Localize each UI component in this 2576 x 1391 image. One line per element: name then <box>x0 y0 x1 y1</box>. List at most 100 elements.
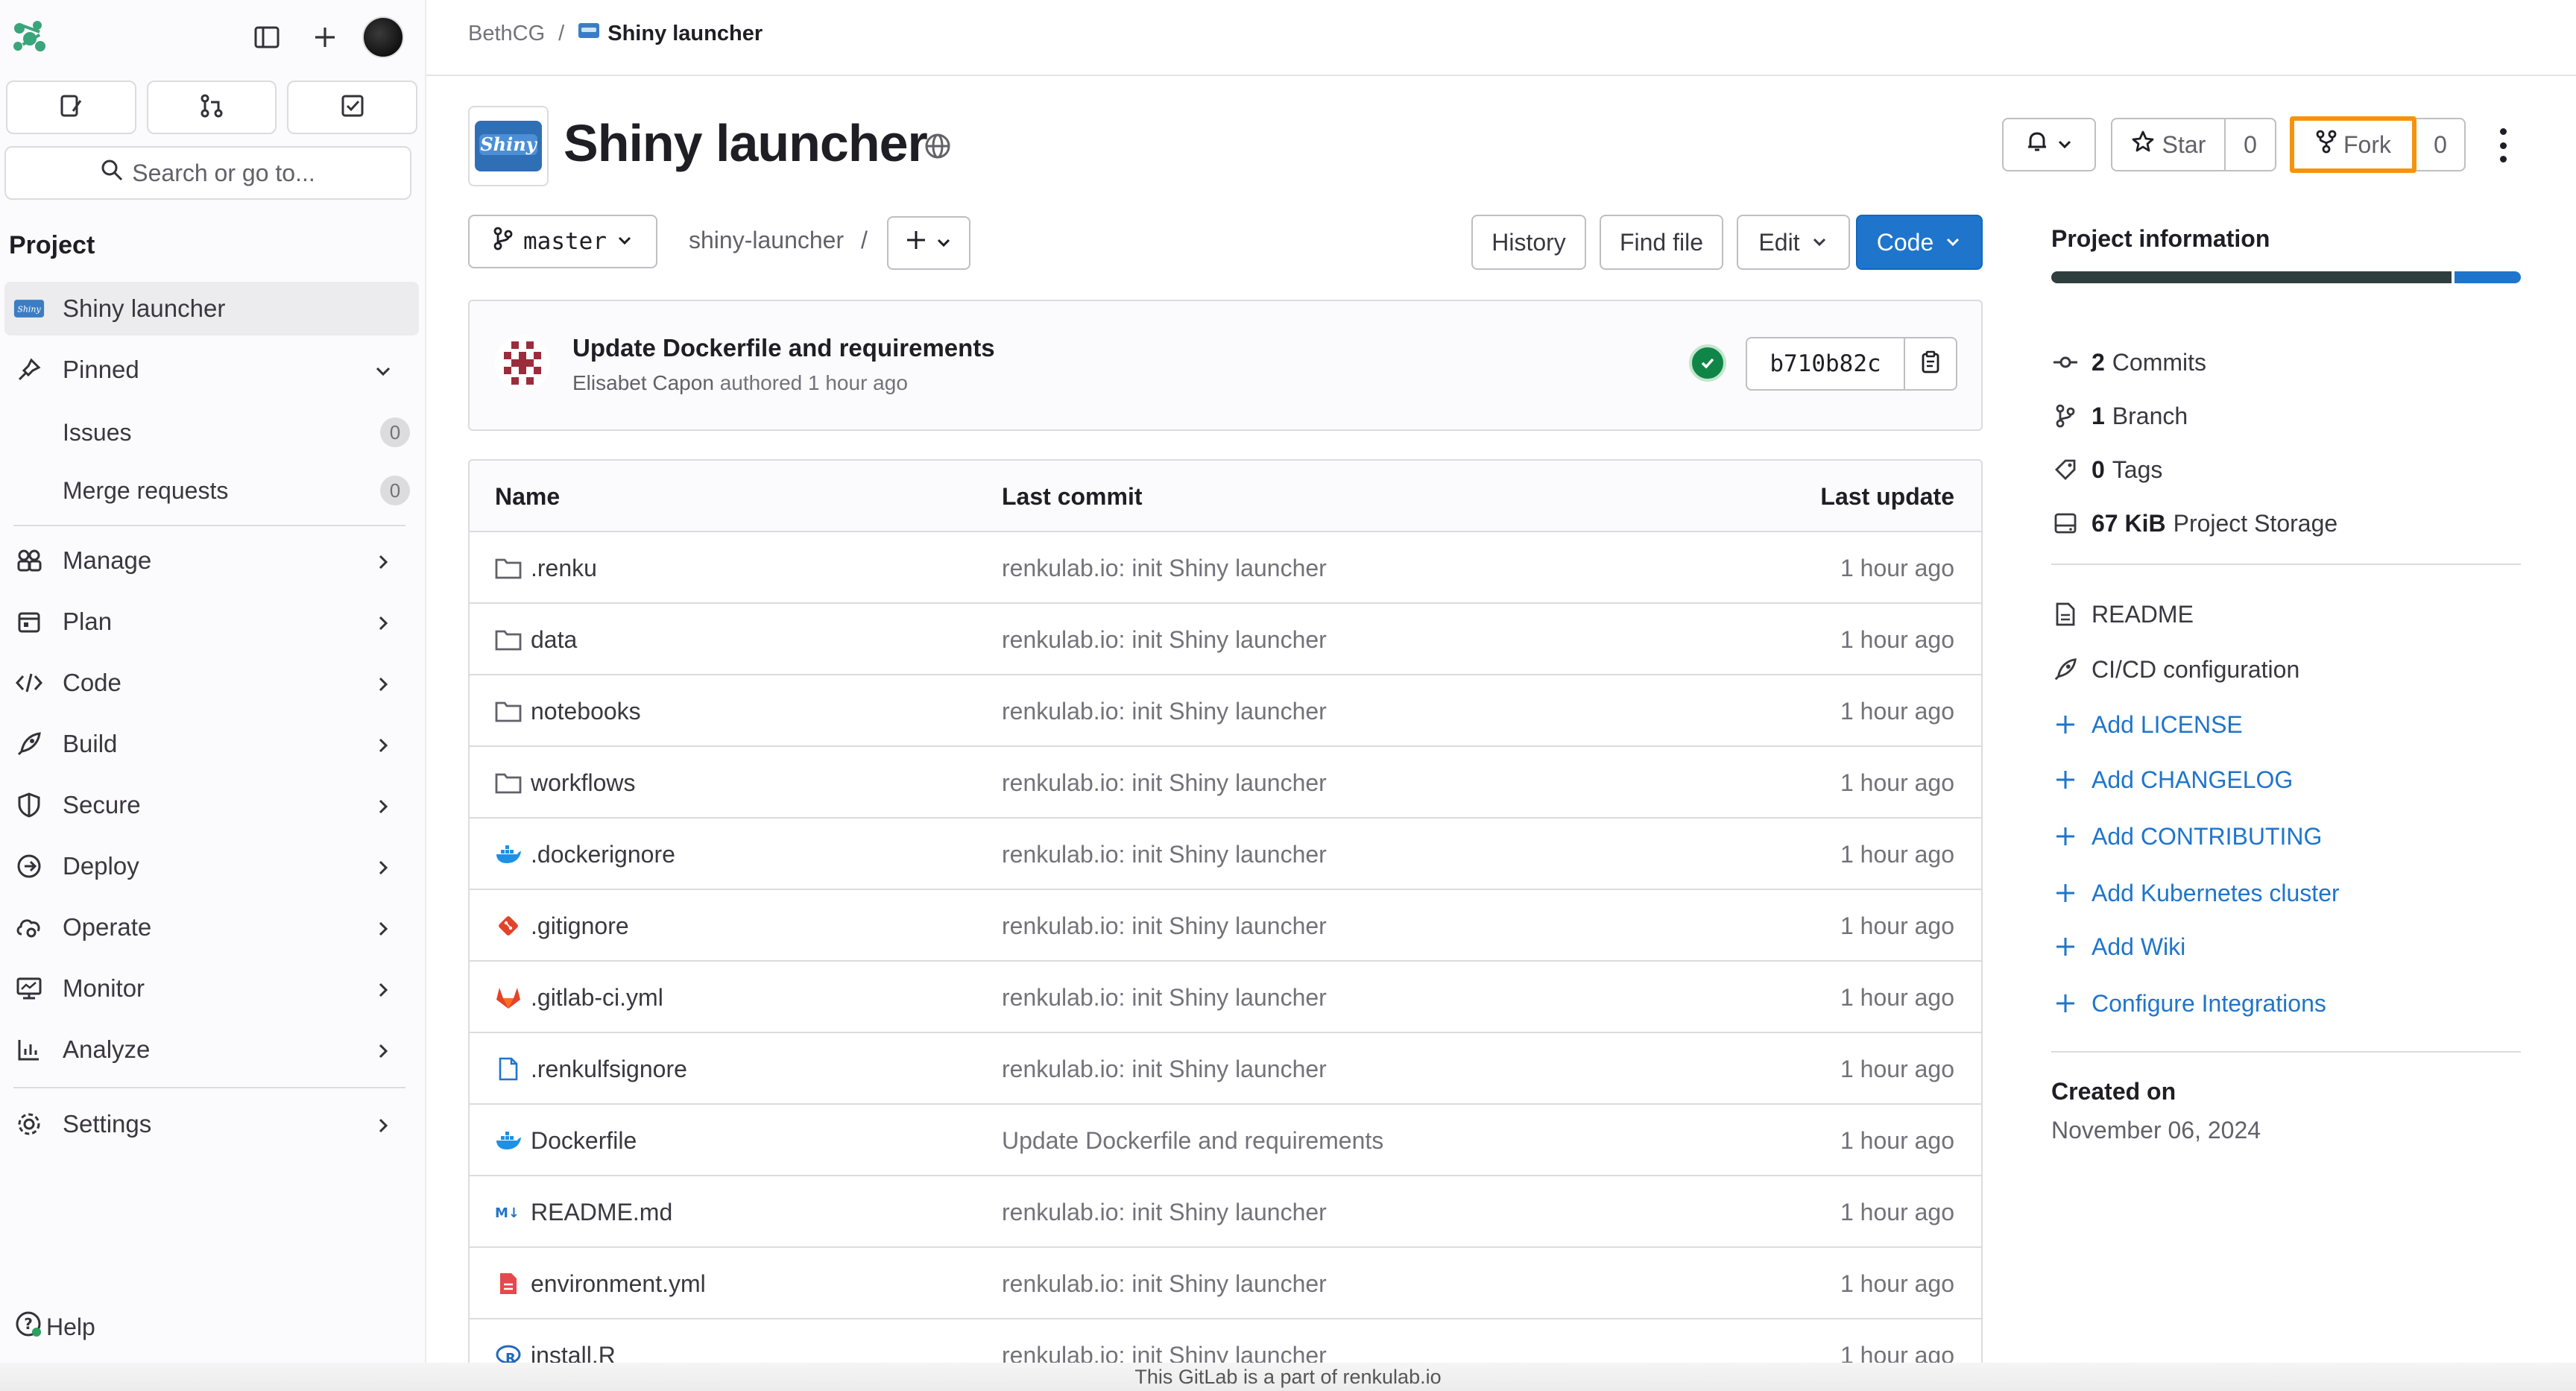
commit-title-link[interactable]: Update Dockerfile and requirements <box>572 334 995 362</box>
file-name-link[interactable]: notebooks <box>531 698 641 725</box>
repo-path-root[interactable]: shiny-launcher <box>689 227 844 253</box>
merge-requests-button[interactable] <box>146 81 277 134</box>
file-name-link[interactable]: workflows <box>531 769 635 797</box>
edit-button[interactable]: Edit <box>1737 215 1850 270</box>
more-actions-icon[interactable] <box>2496 128 2510 163</box>
commits-link[interactable]: 2 Commits <box>2051 344 2206 380</box>
gitlab-icon <box>495 984 522 1011</box>
copy-sha-button[interactable] <box>1905 338 1956 389</box>
sidebar-item-monitor[interactable]: Monitor <box>0 962 419 1015</box>
assigned-issues-button[interactable] <box>6 81 136 134</box>
table-row[interactable]: Dockerfile Update Dockerfile and requirem… <box>470 1105 1981 1176</box>
file-last-commit-link[interactable]: renkulab.io: init Shiny launcher <box>1002 769 1327 797</box>
breadcrumb-current[interactable]: Shiny launcher <box>578 21 763 46</box>
file-name-link[interactable]: .gitignore <box>531 912 629 940</box>
user-avatar[interactable] <box>362 16 404 58</box>
file-last-commit-link[interactable]: renkulab.io: init Shiny launcher <box>1002 626 1327 654</box>
add-contributing-link[interactable]: Add CONTRIBUTING <box>2051 818 2322 854</box>
history-button[interactable]: History <box>1471 215 1586 270</box>
file-name-link[interactable]: README.md <box>531 1199 672 1226</box>
search-input[interactable]: Search or go to... <box>4 146 411 200</box>
breadcrumb-parent[interactable]: BethCG <box>468 22 545 46</box>
star-button[interactable]: Star <box>2112 119 2226 170</box>
add-wiki-link[interactable]: Add Wiki <box>2051 929 2185 965</box>
branches-link[interactable]: 1 Branch <box>2051 398 2188 434</box>
file-name-link[interactable]: data <box>531 626 577 654</box>
table-row[interactable]: data renkulab.io: init Shiny launcher 1 ho… <box>470 604 1981 675</box>
sidebar-item-analyze[interactable]: Analyze <box>0 1023 419 1076</box>
file-name-link[interactable]: .dockerignore <box>531 841 675 868</box>
table-row[interactable]: .renkulfsignore renkulab.io: init Shiny l… <box>470 1033 1981 1105</box>
toggle-sidebar-icon[interactable] <box>246 16 288 58</box>
sidebar-item-merge-requests[interactable]: Merge requests 0 <box>63 467 410 514</box>
commit-time: authored 1 hour ago <box>719 371 908 394</box>
tags-link[interactable]: 0 Tags <box>2051 452 2162 488</box>
file-last-commit-link[interactable]: renkulab.io: init Shiny launcher <box>1002 984 1327 1012</box>
project-avatar-text: Shiny <box>480 133 537 155</box>
file-last-commit-link[interactable]: renkulab.io: init Shiny launcher <box>1002 841 1327 868</box>
readme-link[interactable]: README <box>2051 596 2194 632</box>
table-row[interactable]: M↓ README.md renkulab.io: init Shiny launc… <box>470 1176 1981 1248</box>
globe-icon <box>923 131 953 165</box>
top-bar: BethCG / Shiny launcher <box>426 0 2576 76</box>
sidebar-item-settings[interactable]: Settings <box>0 1097 419 1151</box>
sidebar-item-pinned[interactable]: Pinned <box>0 343 419 397</box>
table-row[interactable]: workflows renkulab.io: init Shiny launche… <box>470 747 1981 818</box>
sidebar-item-code[interactable]: Code <box>0 656 419 710</box>
add-changelog-link[interactable]: Add CHANGELOG <box>2051 762 2293 798</box>
file-name-link[interactable]: Dockerfile <box>531 1127 637 1155</box>
fork-button[interactable]: Fork <box>2290 116 2416 173</box>
code-clone-button[interactable]: Code <box>1856 215 1983 270</box>
column-header-last-update: Last update <box>1820 483 1954 510</box>
commit-sha[interactable]: b710b82c <box>1747 338 1905 389</box>
file-last-commit-link[interactable]: renkulab.io: init Shiny launcher <box>1002 1199 1327 1226</box>
sidebar-item-project[interactable]: Shiny Shiny launcher <box>4 282 419 335</box>
help-button[interactable]: ? Help <box>13 1309 95 1345</box>
configure-integrations-link[interactable]: Configure Integrations <box>2051 985 2326 1021</box>
file-last-commit-link[interactable]: renkulab.io: init Shiny launcher <box>1002 912 1327 940</box>
sidebar-item-build[interactable]: Build <box>0 717 419 771</box>
table-row[interactable]: .gitlab-ci.yml renkulab.io: init Shiny la… <box>470 962 1981 1033</box>
gitlab-logo-icon[interactable] <box>7 16 52 58</box>
sidebar-item-plan[interactable]: Plan <box>0 595 419 649</box>
sidebar-item-secure[interactable]: Secure <box>0 778 419 832</box>
branch-selector[interactable]: master <box>468 215 657 268</box>
star-count[interactable]: 0 <box>2226 119 2275 170</box>
create-new-icon[interactable] <box>304 16 346 58</box>
file-last-update: 1 hour ago <box>1840 1127 1954 1154</box>
pin-icon <box>13 354 45 385</box>
commit-meta: Elisabet Capon authored 1 hour ago <box>572 371 908 395</box>
add-license-link[interactable]: Add LICENSE <box>2051 707 2243 742</box>
file-name-link[interactable]: environment.yml <box>531 1270 706 1298</box>
add-kubernetes-cluster-link[interactable]: Add Kubernetes cluster <box>2051 875 2340 911</box>
commit-author-link[interactable]: Elisabet Capon <box>572 371 714 394</box>
file-name-link[interactable]: .gitlab-ci.yml <box>531 984 663 1012</box>
file-last-commit-link[interactable]: renkulab.io: init Shiny launcher <box>1002 1270 1327 1298</box>
file-last-commit-link[interactable]: renkulab.io: init Shiny launcher <box>1002 1056 1327 1083</box>
find-file-button[interactable]: Find file <box>1600 215 1723 270</box>
file-last-commit-link[interactable]: Update Dockerfile and requirements <box>1002 1127 1383 1155</box>
todo-list-button[interactable] <box>287 81 418 134</box>
sidebar-item-operate[interactable]: Operate <box>0 900 419 954</box>
table-row[interactable]: .dockerignore renkulab.io: init Shiny lau… <box>470 818 1981 890</box>
table-row[interactable]: .renku renkulab.io: init Shiny launcher 1 … <box>470 532 1981 604</box>
language-bar[interactable] <box>2051 271 2521 283</box>
sidebar-item-deploy[interactable]: Deploy <box>0 839 419 893</box>
file-last-commit-link[interactable]: renkulab.io: init Shiny launcher <box>1002 555 1327 582</box>
add-to-tree-button[interactable] <box>887 216 970 270</box>
table-row[interactable]: notebooks renkulab.io: init Shiny launche… <box>470 675 1981 747</box>
pipeline-passed-icon[interactable] <box>1689 344 1726 382</box>
cicd-config-link[interactable]: CI/CD configuration <box>2051 652 2299 687</box>
storage-link[interactable]: 67 KiB Project Storage <box>2051 505 2337 541</box>
fork-count[interactable]: 0 <box>2416 118 2466 171</box>
table-row[interactable]: environment.yml renkulab.io: init Shiny l… <box>470 1248 1981 1319</box>
file-name-link[interactable]: .renku <box>531 555 597 582</box>
sidebar-item-manage[interactable]: Manage <box>0 534 419 587</box>
sidebar-item-label: Manage <box>63 546 152 574</box>
commit-author-avatar[interactable] <box>495 335 550 391</box>
sidebar-item-issues[interactable]: Issues 0 <box>63 409 410 456</box>
file-name-link[interactable]: .renkulfsignore <box>531 1056 687 1083</box>
file-last-commit-link[interactable]: renkulab.io: init Shiny launcher <box>1002 698 1327 725</box>
table-row[interactable]: .gitignore renkulab.io: init Shiny launch… <box>470 890 1981 962</box>
notification-settings-button[interactable] <box>2002 118 2096 171</box>
